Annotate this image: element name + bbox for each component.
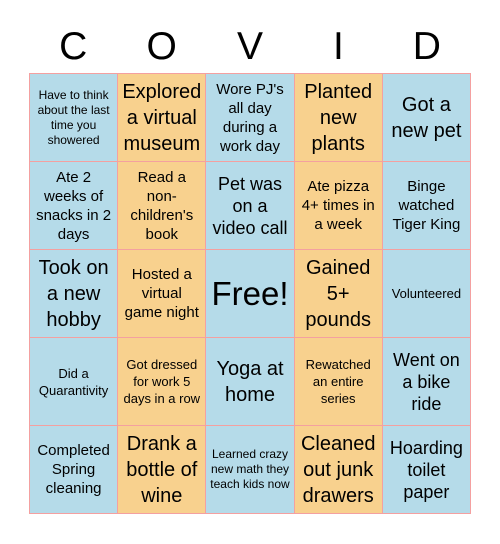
bingo-cell[interactable]: Planted new plants	[294, 74, 383, 162]
header-letter-v: V	[237, 25, 264, 68]
cell-text: Pet was on a video call	[212, 173, 288, 238]
bingo-cell[interactable]: Ate pizza 4+ times in a week	[294, 162, 383, 250]
cell-text: Read a non-children's book	[130, 168, 194, 243]
bingo-cell[interactable]: Cleaned out junk drawers	[294, 426, 383, 514]
bingo-cell[interactable]: Pet was on a video call	[206, 162, 295, 250]
header-letter-c: C	[59, 25, 88, 68]
free-space-cell[interactable]: Free!	[206, 250, 295, 338]
bingo-cell[interactable]: Have to think about the last time you sh…	[30, 74, 119, 162]
bingo-cell[interactable]: Ate 2 weeks of snacks in 2 days	[30, 162, 119, 250]
bingo-cell[interactable]: Gained 5+ pounds	[294, 250, 383, 338]
bingo-cell[interactable]: Did a Quarantivity	[30, 338, 119, 426]
bingo-cell[interactable]: Got a new pet	[382, 74, 471, 162]
cell-text: Completed Spring cleaning	[37, 442, 110, 497]
bingo-cell[interactable]: Drank a bottle of wine	[118, 426, 207, 514]
cell-text: Free!	[211, 274, 289, 312]
header-letter-d: D	[412, 25, 441, 68]
cell-text: Hosted a virtual game night	[124, 266, 199, 321]
cell-text: Ate pizza 4+ times in a week	[301, 178, 375, 233]
cell-text: Cleaned out junk drawers	[300, 432, 376, 507]
bingo-header: C O V I D	[29, 22, 471, 72]
cell-text: Binge watched Tiger King	[392, 178, 461, 233]
header-letter-i: I	[333, 25, 344, 68]
bingo-cell[interactable]: Binge watched Tiger King	[382, 162, 471, 250]
cell-text: Got dressed for work 5 days in a row	[123, 357, 201, 406]
bingo-cell[interactable]: Volunteered	[382, 250, 471, 338]
cell-text: Rewatched an entire series	[305, 357, 371, 406]
bingo-cell[interactable]: Completed Spring cleaning	[30, 426, 119, 514]
bingo-cell[interactable]: Hoarding toilet paper	[382, 426, 471, 514]
bingo-board: Have to think about the last time you sh…	[29, 73, 471, 514]
cell-text: Planted new plants	[304, 80, 373, 155]
cell-text: Ate 2 weeks of snacks in 2 days	[36, 168, 112, 243]
cell-text: Went on a bike ride	[393, 349, 460, 414]
bingo-cell[interactable]: Went on a bike ride	[382, 338, 471, 426]
cell-text: Got a new pet	[391, 93, 462, 142]
bingo-cell[interactable]: Hosted a virtual game night	[118, 250, 207, 338]
cell-text: Have to think about the last time you sh…	[37, 87, 110, 147]
bingo-cell[interactable]: Took on a new hobby	[30, 250, 119, 338]
cell-text: Explored a virtual museum	[122, 80, 202, 155]
cell-text: Drank a bottle of wine	[126, 432, 198, 507]
cell-text: Hoarding toilet paper	[389, 437, 463, 502]
bingo-cell[interactable]: Rewatched an entire series	[294, 338, 383, 426]
bingo-cell[interactable]: Explored a virtual museum	[118, 74, 207, 162]
cell-text: Yoga at home	[216, 357, 284, 406]
bingo-cell[interactable]: Read a non-children's book	[118, 162, 207, 250]
cell-text: Took on a new hobby	[38, 256, 109, 331]
bingo-cell[interactable]: Learned crazy new math they teach kids n…	[206, 426, 295, 514]
cell-text: Wore PJ's all day during a work day	[216, 80, 284, 155]
bingo-cell[interactable]: Wore PJ's all day during a work day	[206, 74, 295, 162]
cell-text: Volunteered	[391, 286, 462, 301]
cell-text: Learned crazy new math they teach kids n…	[210, 447, 290, 491]
cell-text: Did a Quarantivity	[38, 365, 109, 398]
bingo-cell[interactable]: Got dressed for work 5 days in a row	[118, 338, 207, 426]
bingo-cell[interactable]: Yoga at home	[206, 338, 295, 426]
header-letter-o: O	[146, 25, 177, 68]
cell-text: Gained 5+ pounds	[305, 256, 371, 331]
